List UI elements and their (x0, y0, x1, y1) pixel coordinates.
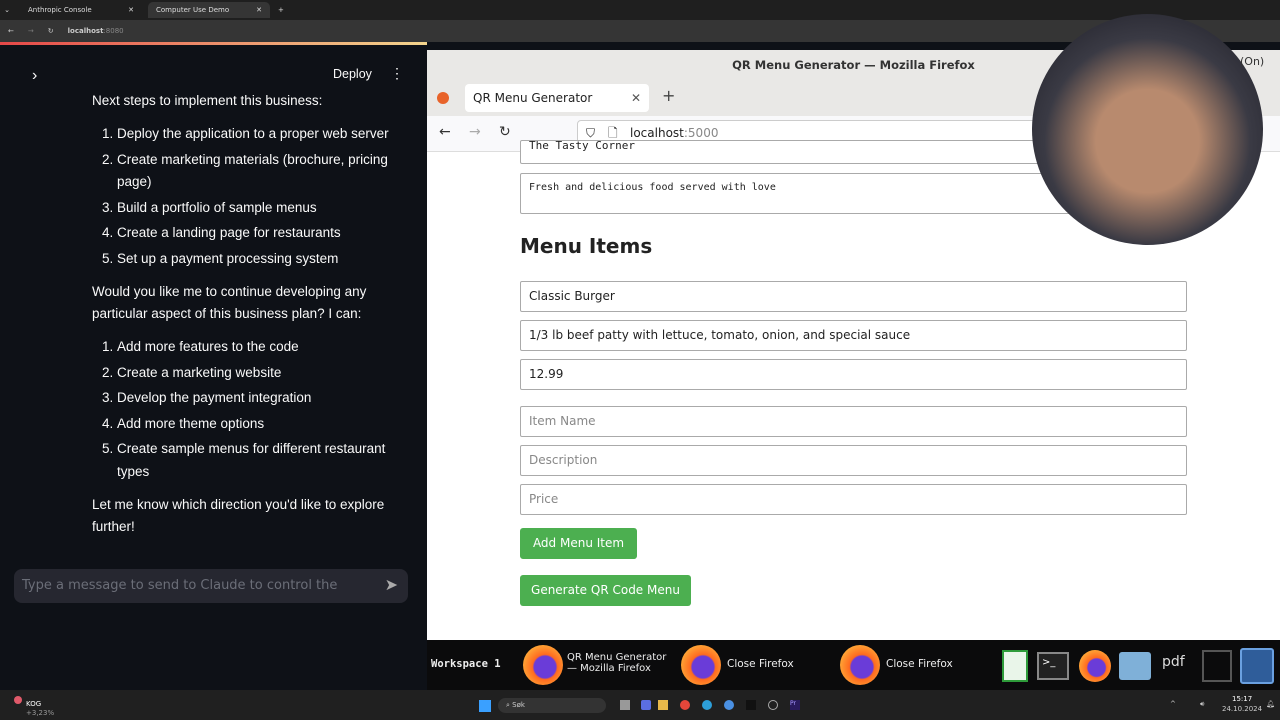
list-item: Build a portfolio of sample menus (117, 197, 392, 220)
back-icon[interactable]: ← (439, 124, 451, 140)
add-menu-item-button[interactable]: Add Menu Item (520, 528, 637, 559)
list-item: Add more features to the code (117, 336, 392, 359)
reload-icon[interactable]: ↻ (499, 124, 511, 140)
forward-icon[interactable]: → (28, 27, 34, 35)
workspace-label: Workspace 1 (431, 658, 501, 670)
menu-items-heading: Menu Items (520, 234, 653, 258)
reload-icon[interactable]: ↻ (48, 27, 54, 35)
list-item: Add more theme options (117, 413, 392, 436)
premiere-icon[interactable]: Pr (790, 700, 800, 710)
item-description-field[interactable]: 1/3 lb beef patty with lettuce, tomato, … (520, 320, 1187, 351)
stock-icon (14, 696, 22, 704)
list-item: Create marketing materials (brochure, pr… (117, 149, 392, 194)
firefox-icon[interactable] (523, 645, 563, 685)
forward-icon[interactable]: → (469, 124, 481, 140)
chrome-tab-bar: ⌄ Anthropic Console ✕ Computer Use Demo ✕ … (0, 0, 1280, 20)
tab-list-icon[interactable]: ⌄ (0, 6, 14, 14)
new-item-description-input[interactable]: Description (520, 445, 1187, 476)
new-tab-icon[interactable]: + (278, 6, 284, 14)
firefox-icon[interactable] (1079, 650, 1111, 682)
pdf-icon[interactable]: pdf (1162, 654, 1185, 670)
message-text: Let me know which direction you'd like t… (92, 497, 385, 534)
tab-qr-menu-generator[interactable]: QR Menu Generator ✕ (465, 84, 649, 112)
webcam-overlay (1032, 14, 1263, 245)
notification-icon[interactable]: 🔔︎ (1266, 700, 1275, 708)
tab-anthropic-console[interactable]: Anthropic Console ✕ (20, 2, 142, 18)
status-text: (On) (1240, 55, 1265, 68)
list-item: Set up a payment processing system (117, 248, 392, 271)
tab-label: Anthropic Console (28, 6, 92, 14)
chat-input[interactable]: Type a message to send to Claude to cont… (14, 569, 408, 603)
clock-date[interactable]: 24.10.2024 (1222, 705, 1262, 713)
close-icon[interactable]: ✕ (128, 6, 134, 14)
teams-icon[interactable] (641, 700, 651, 710)
linux-taskbar: Workspace 1 QR Menu Generator — Mozilla … (427, 640, 1280, 690)
windows-start-icon[interactable] (479, 700, 491, 712)
message-text: Next steps to implement this business: (92, 93, 323, 108)
app-icon[interactable] (746, 700, 756, 710)
search-box[interactable]: ⌕ Søk (498, 698, 606, 713)
windows-taskbar: KOG +3,23% ⌕ Søk Pr ^ 🔊︎ 15:17 24.10.202… (0, 690, 1280, 720)
steps-list: Deploy the application to a proper web s… (92, 123, 392, 270)
spreadsheet-icon[interactable] (1002, 650, 1028, 682)
expand-sidebar-icon[interactable]: › (32, 67, 37, 85)
tab-label: Computer Use Demo (156, 6, 230, 14)
chrome-icon[interactable] (680, 700, 690, 710)
item-name-field[interactable]: Classic Burger (520, 281, 1187, 312)
close-icon[interactable]: ✕ (256, 6, 262, 14)
item-price-field[interactable]: 12.99 (520, 359, 1187, 390)
firefox-icon[interactable] (681, 645, 721, 685)
tab-computer-use-demo[interactable]: Computer Use Demo ✕ (148, 2, 270, 18)
send-icon[interactable]: ➤ (385, 575, 398, 594)
app-icon[interactable] (724, 700, 734, 710)
clock-time[interactable]: 15:17 (1232, 695, 1252, 703)
input-placeholder: Type a message to send to Claude to cont… (22, 578, 338, 593)
list-item: Create a landing page for restaurants (117, 222, 392, 245)
firefox-icon[interactable] (840, 645, 880, 685)
taskbar-item[interactable]: Close Firefox (886, 658, 953, 670)
edge-icon[interactable] (702, 700, 712, 710)
list-item: Develop the payment integration (117, 387, 392, 410)
url-field[interactable]: localhost:8080 (68, 27, 124, 35)
new-tab-icon[interactable]: + (662, 86, 675, 105)
tray-chevron-icon[interactable]: ^ (1170, 700, 1176, 708)
close-icon[interactable]: ✕ (631, 84, 641, 112)
terminal-icon[interactable]: >_ (1037, 652, 1069, 680)
firefox-icon (437, 92, 449, 104)
stock-ticker[interactable]: KOG (26, 700, 41, 708)
message-text: Would you like me to continue developing… (92, 284, 367, 321)
volume-icon[interactable]: 🔊︎ (1200, 700, 1204, 709)
taskbar-item[interactable]: QR Menu Generator — Mozilla Firefox (567, 652, 677, 674)
list-item: Deploy the application to a proper web s… (117, 123, 392, 146)
list-item: Create sample menus for different restau… (117, 438, 392, 483)
image-viewer-icon[interactable] (1119, 652, 1151, 680)
calculator-icon[interactable] (1240, 648, 1274, 684)
stock-change: +3,23% (26, 709, 55, 717)
new-item-price-input[interactable]: Price (520, 484, 1187, 515)
generate-qr-button[interactable]: Generate QR Code Menu (520, 575, 691, 606)
new-item-name-input[interactable]: Item Name (520, 406, 1187, 437)
deploy-button[interactable]: Deploy (333, 67, 372, 81)
app-icon[interactable] (768, 700, 778, 710)
file-explorer-icon[interactable] (658, 700, 668, 710)
editor-icon[interactable] (1202, 650, 1232, 682)
more-menu-icon[interactable]: ⋮ (390, 65, 404, 82)
taskbar-item[interactable]: Close Firefox (727, 658, 794, 670)
task-view-icon[interactable] (620, 700, 630, 710)
list-item: Create a marketing website (117, 362, 392, 385)
options-list: Add more features to the code Create a m… (92, 336, 392, 483)
back-icon[interactable]: ← (8, 27, 14, 35)
